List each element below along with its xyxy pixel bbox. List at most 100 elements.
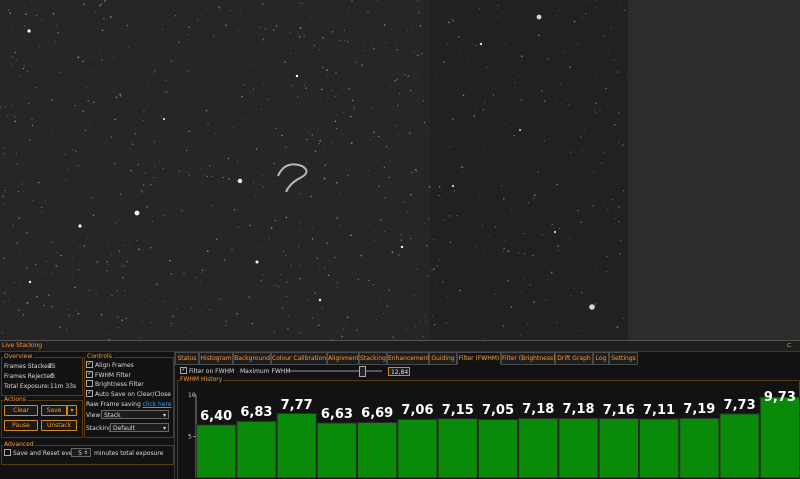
view-select-value: Stack: [104, 412, 121, 419]
total-exposure-value: 11m 33s: [50, 383, 77, 390]
chevron-down-icon: ▾: [162, 412, 166, 419]
filter-on-fwhm-label: Filter on FWHM: [189, 368, 235, 375]
tab-stacking[interactable]: Stacking: [359, 352, 387, 365]
pin-icon[interactable]: ⊏: [787, 342, 797, 349]
fwhm-filter-label: FWHM Filter: [95, 372, 131, 379]
view-label: View: [86, 412, 101, 419]
tab-filter-brightness[interactable]: Filter (Brightness): [501, 352, 555, 365]
slider-thumb[interactable]: [358, 366, 366, 377]
bar-value-label: 7,05: [481, 403, 515, 419]
save-reset-checkbox[interactable]: Save and Reset every: [4, 449, 79, 457]
actions-title: Actions: [3, 396, 27, 403]
tab-drift-graph[interactable]: Drift Graph: [555, 352, 593, 365]
minutes-value: 5: [78, 450, 82, 457]
align-frames-checkbox[interactable]: ✓ Align Frames: [86, 361, 134, 369]
star-field-image: [0, 0, 628, 340]
star: [295, 74, 299, 78]
tab-colour-calibration[interactable]: Colour Calibration: [271, 352, 327, 365]
star: [78, 224, 82, 228]
tab-background[interactable]: Background: [233, 352, 271, 365]
checkbox-box[interactable]: [86, 380, 93, 387]
save-reset-label: Save and Reset every: [13, 450, 79, 457]
star: [318, 298, 322, 302]
star: [134, 210, 140, 216]
bar-value-label: 7,11: [643, 402, 676, 418]
checkbox-box[interactable]: ✓: [180, 367, 187, 374]
frames-rejected-value: 0: [50, 373, 54, 380]
fwhm-history-group: [177, 380, 800, 479]
bar-value-label: 6,63: [320, 406, 353, 422]
bar-value-label: 6,83: [240, 405, 273, 421]
pause-button[interactable]: Pause: [4, 420, 38, 431]
brightness-filter-label: Brightness Filter: [95, 381, 144, 388]
star: [400, 245, 404, 249]
max-fwhm-value: 12,84: [391, 369, 409, 376]
bar-value-label: 7,19: [683, 402, 716, 418]
tab-enhancement[interactable]: Enhancement: [387, 352, 430, 365]
checkbox-box[interactable]: ✓: [86, 371, 93, 378]
panel-titlebar: Live Stacking ⊏: [0, 341, 800, 352]
tab-log[interactable]: Log: [593, 352, 609, 365]
raw-frame-row: Raw Frame saving click here: [86, 401, 172, 408]
fwhm-history-title: FWHM History: [179, 376, 224, 383]
frames-rejected-row: Frames Rejected: 0: [4, 373, 56, 380]
bar-value-label: 7,16: [602, 402, 635, 418]
bar-value-label: 7,18: [562, 402, 595, 418]
panel-title: Live Stacking: [2, 342, 43, 349]
tab-settings[interactable]: Settings: [609, 352, 638, 365]
clear-button[interactable]: Clear: [4, 405, 38, 416]
stacking-label: Stacking: [86, 425, 112, 432]
chevron-down-icon: ▾: [162, 425, 166, 432]
max-fwhm-slider[interactable]: [290, 370, 382, 372]
total-exposure-label: Total Exposure:: [4, 383, 50, 390]
star: [27, 29, 31, 33]
max-fwhm-input[interactable]: 12,84: [388, 367, 410, 376]
minutes-suffix: minutes total exposure: [94, 450, 164, 457]
checkbox-box[interactable]: [4, 449, 11, 456]
star: [28, 280, 32, 284]
tab-filter-fwhm[interactable]: Filter (FWHM): [457, 352, 501, 365]
frames-stacked-row: Frames Stacked: 25: [4, 363, 56, 370]
save-button[interactable]: Save: [41, 405, 67, 416]
align-frames-label: Align Frames: [95, 362, 134, 369]
fwhm-filter-checkbox[interactable]: ✓ FWHM Filter: [86, 371, 131, 379]
frames-stacked-value: 25: [48, 363, 56, 370]
raw-frame-label: Raw Frame saving: [86, 401, 141, 408]
tab-guiding[interactable]: Guiding: [429, 352, 457, 365]
side-pane: [628, 0, 800, 340]
bar-value-label: 9,73: [763, 390, 796, 405]
view-select[interactable]: Stack ▾: [101, 410, 169, 419]
stacking-select[interactable]: Default ▾: [110, 423, 169, 432]
unstack-button[interactable]: Unstack: [41, 420, 77, 431]
tab-histogram[interactable]: Histogram: [199, 352, 233, 365]
spin-icon[interactable]: ⇕: [84, 449, 88, 458]
total-exposure-row: Total Exposure: 11m 33s: [4, 383, 76, 390]
auto-save-checkbox[interactable]: ✓ Auto Save on Clear/Close: [86, 390, 171, 398]
star: [237, 178, 243, 184]
advanced-title: Advanced: [3, 441, 35, 448]
raw-frame-link[interactable]: click here: [143, 401, 172, 408]
bar-value-label: 6,40: [200, 408, 233, 424]
stacked-image-view[interactable]: [0, 0, 628, 340]
bar-value-label: 7,73: [723, 397, 756, 413]
star: [163, 118, 165, 120]
frames-rejected-label: Frames Rejected:: [4, 373, 56, 380]
bar-value-label: 7,15: [441, 402, 474, 418]
filter-on-fwhm-checkbox[interactable]: ✓ Filter on FWHM: [180, 367, 235, 375]
overview-title: Overview: [3, 353, 34, 360]
tab-status[interactable]: Status: [175, 352, 199, 365]
minutes-stepper[interactable]: 5 ⇕: [71, 448, 91, 457]
tab-alignment[interactable]: Alignment: [327, 352, 359, 365]
save-dropdown-button[interactable]: ▾: [67, 405, 77, 416]
frames-stacked-label: Frames Stacked:: [4, 363, 54, 370]
bar-value-label: 7,18: [522, 402, 555, 418]
checkbox-box[interactable]: ✓: [86, 390, 93, 397]
max-fwhm-label: Maximum FWHM: [240, 368, 291, 375]
divider: [174, 352, 175, 479]
star: [255, 260, 259, 264]
checkbox-box[interactable]: ✓: [86, 361, 93, 368]
bar-value-label: 7,77: [280, 397, 313, 413]
brightness-filter-checkbox[interactable]: Brightness Filter: [86, 380, 144, 388]
bar-value-label: 6,69: [361, 406, 394, 422]
auto-save-label: Auto Save on Clear/Close: [95, 391, 171, 398]
